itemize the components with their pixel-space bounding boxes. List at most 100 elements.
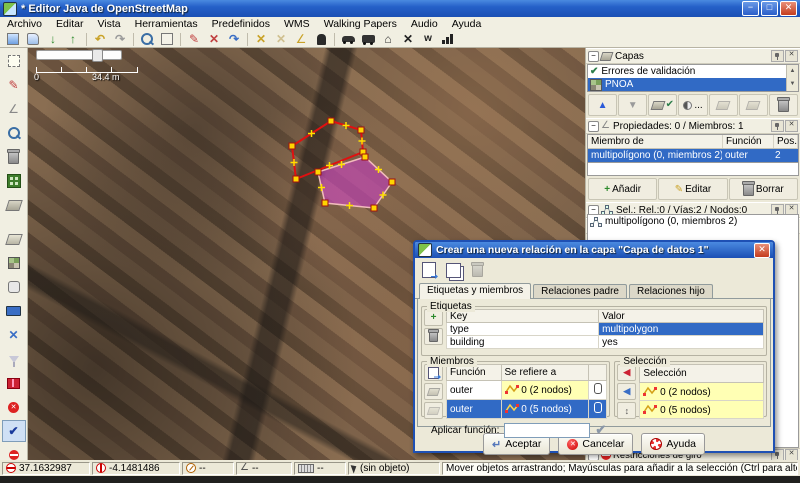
split-way-button[interactable]: ✕ <box>205 32 223 47</box>
menu-wms[interactable]: WMS <box>277 18 317 30</box>
selection-row[interactable]: 0 (2 nodos) <box>640 383 764 401</box>
preferences-button[interactable] <box>158 32 176 47</box>
tag-row[interactable]: type multipolygon <box>447 323 764 336</box>
selection-toggle-button[interactable]: ✔ <box>2 420 26 442</box>
collapse-icon[interactable]: − <box>588 51 599 62</box>
ref-cell[interactable]: 0 (2 nodos) <box>501 381 589 400</box>
menu-vista[interactable]: Vista <box>90 18 127 30</box>
col-valor[interactable]: Valor <box>599 310 764 323</box>
col-se-refiere-a[interactable]: Se refiere a <box>501 365 589 381</box>
move-node-button[interactable]: ✎ <box>185 32 203 47</box>
sel-cell[interactable]: 0 (5 nodos) <box>640 401 764 419</box>
tab-relaciones-padre[interactable]: Relaciones padre <box>533 284 627 298</box>
layer-opacity-button[interactable]: ... <box>678 94 707 116</box>
mirror-button[interactable]: ✕ <box>272 32 290 47</box>
key-cell[interactable]: type <box>447 323 599 336</box>
draw-node-tool-button[interactable]: ✎ <box>2 74 26 96</box>
col-seleccion[interactable]: Selección <box>640 365 764 383</box>
measure-tool-button[interactable]: ∠ <box>2 98 26 120</box>
align-nodes-button[interactable]: ∠ <box>292 32 310 47</box>
map-paint-toggle-button[interactable] <box>2 252 26 274</box>
layer-duplicate-button[interactable] <box>739 94 768 116</box>
col-miembro-de[interactable]: Miembro de <box>588 135 723 148</box>
col-pos[interactable]: Pos... <box>774 135 798 148</box>
close-icon[interactable]: ✕ <box>785 120 798 132</box>
dialog-close-button[interactable]: ✕ <box>754 243 770 258</box>
collapse-icon[interactable]: − <box>588 121 599 132</box>
preset-crossing-button[interactable]: ✕ <box>399 32 417 47</box>
member-row-selected[interactable]: outer 0 (5 nodos) <box>447 400 607 419</box>
layer-list-scrollbar[interactable]: ▲ ▼ <box>786 65 798 91</box>
pin-icon[interactable] <box>771 120 784 132</box>
menu-editar[interactable]: Editar <box>49 18 90 30</box>
member-of-row[interactable]: multipolígono (0, miembros 2) outer 2 <box>588 149 798 162</box>
new-layer-button[interactable] <box>4 32 22 47</box>
menu-predefinidos[interactable]: Predefinidos <box>205 18 277 30</box>
close-icon[interactable]: ✕ <box>785 50 798 62</box>
key-cell[interactable]: building <box>447 336 599 349</box>
value-cell[interactable]: yes <box>599 336 764 349</box>
menu-herramientas[interactable]: Herramientas <box>128 18 205 30</box>
value-cell[interactable]: multipolygon <box>599 323 764 336</box>
tab-etiquetas-y-miembros[interactable]: Etiquetas y miembros <box>419 283 531 299</box>
zoom-slider[interactable] <box>36 50 122 60</box>
menu-audio[interactable]: Audio <box>404 18 445 30</box>
preset-chart-button[interactable] <box>439 32 457 47</box>
layer-delete-button[interactable] <box>769 94 798 116</box>
extrude-tool-button[interactable] <box>2 194 26 216</box>
add-selection-before-button[interactable]: ◀ <box>617 383 636 400</box>
layer-merge-button[interactable] <box>709 94 738 116</box>
delete-tool-button[interactable] <box>2 146 26 168</box>
undo-button[interactable]: ↶ <box>91 32 109 47</box>
redo-button[interactable]: ↷ <box>111 32 129 47</box>
scroll-down-icon[interactable]: ▼ <box>787 78 798 91</box>
paste-members-button[interactable] <box>424 402 443 419</box>
command-stack-toggle-button[interactable] <box>2 300 26 322</box>
apply-role-button[interactable]: ✔ <box>595 422 606 438</box>
member-row[interactable]: outer 0 (2 nodos) <box>447 381 607 400</box>
menu-archivo[interactable]: Archivo <box>0 18 49 30</box>
validation-toggle-button[interactable]: ✕ <box>2 396 26 418</box>
preset-car-button[interactable] <box>339 32 357 47</box>
title-bar[interactable]: * Editor Java de OpenStreetMap − □ ✕ <box>0 0 800 17</box>
duplicate-relation-button[interactable] <box>443 260 463 280</box>
layer-up-button[interactable]: ▲ <box>588 94 617 116</box>
open-button[interactable] <box>24 32 42 47</box>
funcion-cell[interactable]: outer <box>447 381 502 400</box>
maximize-button[interactable]: □ <box>761 1 778 16</box>
add-button[interactable]: +Añadir <box>588 178 657 200</box>
minimize-button[interactable]: − <box>742 1 759 16</box>
aplicar-funcion-input[interactable] <box>504 423 590 438</box>
delete-tag-button[interactable] <box>424 328 443 345</box>
upload-button[interactable]: ↑ <box>64 32 82 47</box>
menu-walking-papers[interactable]: Walking Papers <box>317 18 404 30</box>
scroll-up-icon[interactable]: ▲ <box>787 65 798 78</box>
menu-ayuda[interactable]: Ayuda <box>445 18 489 30</box>
sort-members-button[interactable]: ↕ <box>617 402 636 419</box>
preset-building-button[interactable]: ⌂ <box>379 32 397 47</box>
preset-waypoint-button[interactable]: w <box>419 32 437 47</box>
layer-row-pnoa[interactable]: PNOA <box>588 78 798 91</box>
improve-accuracy-tool-button[interactable] <box>2 170 26 192</box>
zoom-tool-button[interactable] <box>2 122 26 144</box>
col-funcion[interactable]: Función <box>723 135 774 148</box>
layer-visibility-button[interactable]: ✔ <box>648 94 677 116</box>
presets-toggle-button[interactable] <box>2 372 26 394</box>
orthogonalize-button[interactable]: ✕ <box>252 32 270 47</box>
close-button[interactable]: ✕ <box>780 1 797 16</box>
funcion-cell[interactable]: outer <box>447 400 502 419</box>
zoom-slider-thumb[interactable] <box>92 49 103 62</box>
tab-relaciones-hijo[interactable]: Relaciones hijo <box>629 284 713 298</box>
select-tool-button[interactable] <box>2 50 26 72</box>
delete-relation-button[interactable] <box>467 260 487 280</box>
pin-icon[interactable] <box>771 50 784 62</box>
sel-cell[interactable]: 0 (2 nodos) <box>640 383 764 401</box>
combine-way-button[interactable]: ↷ <box>225 32 243 47</box>
copy-members-button[interactable] <box>424 383 443 400</box>
layer-row-validation[interactable]: ✔ Errores de validación <box>588 65 798 78</box>
download-button[interactable]: ↓ <box>44 32 62 47</box>
pan-button[interactable] <box>312 32 330 47</box>
layers-toggle-button[interactable] <box>2 228 26 250</box>
preset-bus-button[interactable] <box>359 32 377 47</box>
relation-list-item[interactable]: multipolígono (0, miembros 2) <box>588 215 798 228</box>
